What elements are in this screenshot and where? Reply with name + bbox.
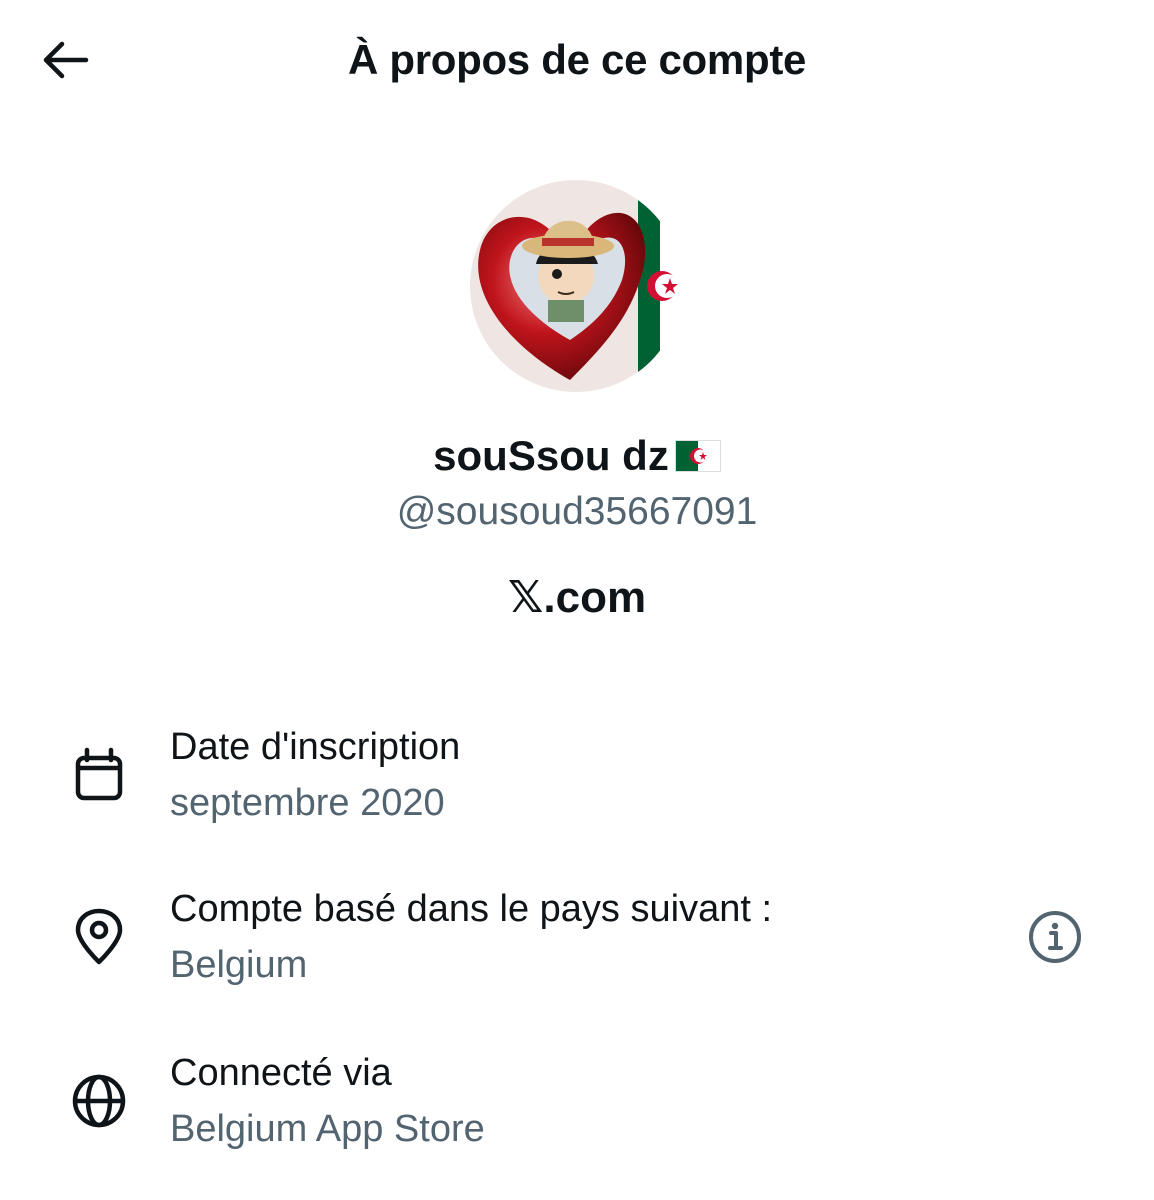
page-title: À propos de ce compte — [347, 36, 807, 83]
calendar-icon — [75, 747, 123, 801]
display-name-row: souSsou dz — [0, 432, 1154, 480]
connected-via-value: Belgium App Store — [170, 1108, 485, 1150]
account-location-label: Compte basé dans le pays suivant : — [170, 888, 773, 930]
avatar[interactable] — [470, 180, 682, 392]
info-icon[interactable] — [1026, 908, 1084, 966]
algeria-flag-icon — [674, 440, 721, 472]
top-bar: À propos de ce compte — [0, 0, 1154, 120]
joined-date-label: Date d'inscription — [170, 726, 461, 768]
account-location-value: Belgium — [170, 944, 308, 986]
platform-label: 𝕏.com — [507, 573, 647, 622]
connected-via-row: Connecté via Belgium App Store — [0, 1048, 1154, 1158]
connected-via-label: Connecté via — [170, 1052, 392, 1094]
joined-date-value: septembre 2020 — [170, 782, 445, 824]
globe-icon — [72, 1074, 126, 1128]
display-name: souSsou dz — [433, 432, 669, 479]
joined-date-row: Date d'inscription septembre 2020 — [0, 720, 1154, 830]
location-pin-icon — [75, 908, 123, 965]
username-handle: @sousoud35667091 — [396, 490, 758, 533]
account-location-row: Compte basé dans le pays suivant : Belgi… — [0, 884, 1154, 994]
avatar-image — [470, 180, 682, 392]
